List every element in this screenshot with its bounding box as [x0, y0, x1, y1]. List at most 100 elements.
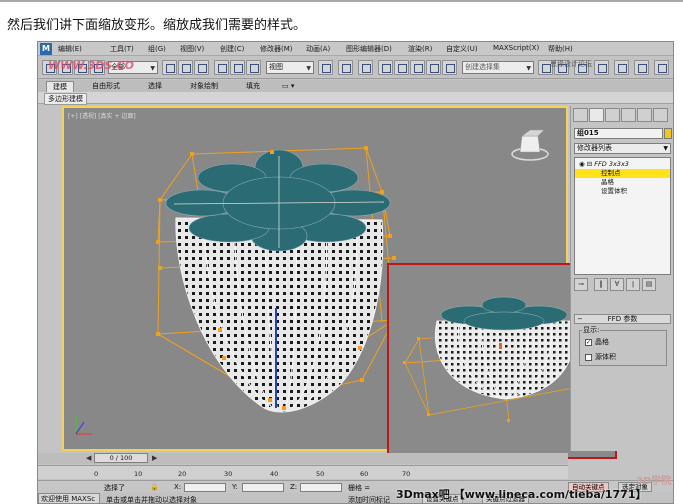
add-time-tag[interactable]: 添加时间标记 [348, 495, 390, 503]
watermark-top-left: WWW.3DS.CO [48, 59, 134, 72]
menu-animation[interactable]: 动画(A) [306, 44, 330, 54]
source-volume-checkbox[interactable] [585, 353, 592, 361]
menu-group[interactable]: 组(G) [148, 44, 166, 54]
select-by-name-icon[interactable] [178, 60, 193, 75]
article-caption: 然后我们讲下面缩放变形。缩放成我们需要的样式。 [7, 18, 307, 33]
tab-object-paint[interactable]: 对象绘制 [184, 81, 224, 92]
edit-named-selection-icon[interactable] [442, 60, 457, 75]
maxscript-listener[interactable]: 欢迎使用 MAXSc [38, 493, 100, 503]
time-slider-thumb[interactable]: 0 / 100 [94, 453, 148, 463]
viewport-label[interactable]: [+] [透视] [真实 + 边面] [68, 111, 136, 120]
ribbon-tabs: 建模 自由形式 选择 对象绘制 填充 ▭ ▾ [38, 80, 673, 92]
menu-view[interactable]: 视图(V) [180, 44, 204, 54]
select-object-icon[interactable] [162, 60, 177, 75]
move-icon[interactable] [214, 60, 229, 75]
menu-maxscript[interactable]: MAXScript(X) [493, 44, 539, 52]
command-panel-tabs [573, 108, 672, 122]
ribbon-panel: 多边形建模 [38, 92, 673, 105]
time-slider[interactable]: ◀ 0 / 100 ▶ [38, 453, 568, 464]
schematic-view-icon[interactable] [614, 60, 629, 75]
prompt-text: 单击或单击并拖动以选择对象 [106, 496, 197, 504]
tick-label: 30 [224, 470, 233, 478]
inset-body [434, 320, 575, 400]
reference-coord-dropdown[interactable]: 视图 ▼ [266, 61, 314, 74]
lock-selection-icon[interactable]: 🔒 [150, 483, 159, 491]
main-toolbar: 全部 ▼ 视图 ▼ 创建选择集 ▼ WWW.3DS.CO 思缘设计论坛 [38, 57, 673, 79]
tab-freeform[interactable]: 自由形式 [86, 81, 126, 92]
z-coordinate-field[interactable] [300, 483, 342, 492]
stack-item-control-points[interactable]: 控制点 [575, 169, 670, 178]
selection-status: 选择了 [104, 484, 125, 492]
z-label: Z: [290, 483, 298, 491]
tick-label: 60 [360, 470, 369, 478]
time-next-icon[interactable]: ▶ [152, 454, 157, 462]
spinner-snap-icon[interactable] [426, 60, 441, 75]
hierarchy-tab-icon[interactable] [605, 108, 620, 122]
modifier-list-label: 修改器列表 [577, 144, 612, 152]
rect-selection-icon[interactable] [194, 60, 209, 75]
track-bar[interactable]: 0 10 20 30 40 50 60 70 [38, 465, 568, 479]
menu-customize[interactable]: 自定义(U) [446, 44, 478, 54]
stack-item-ffd[interactable]: ◉ ⊟ FFD 3x3x3 [575, 160, 670, 169]
menu-rendering[interactable]: 渲染(R) [408, 44, 432, 54]
configure-sets-icon[interactable]: ▤ [642, 278, 656, 291]
stack-item-lattice[interactable]: 晶格 [575, 178, 670, 187]
tab-modeling[interactable]: 建模 [46, 81, 74, 92]
ribbon-options-button[interactable]: ▭ ▾ [276, 81, 300, 92]
remove-modifier-icon[interactable]: ǀ [626, 278, 640, 291]
motion-tab-icon[interactable] [621, 108, 636, 122]
chevron-down-icon: ▼ [150, 65, 155, 72]
keyboard-shortcut-icon[interactable] [358, 60, 373, 75]
tab-selection[interactable]: 选择 [142, 81, 168, 92]
show-end-result-icon[interactable]: ‖ [594, 278, 608, 291]
menu-graph-editors[interactable]: 图形编辑器(D) [346, 44, 392, 54]
collapse-icon: − [577, 315, 583, 323]
menu-edit[interactable]: 编辑(E) [58, 44, 82, 54]
named-selection-placeholder: 创建选择集 [465, 63, 500, 71]
pin-stack-icon[interactable]: ⊸ [574, 278, 588, 291]
y-coordinate-field[interactable] [242, 483, 284, 492]
rollout-title: FFD 参数 [607, 315, 638, 323]
object-color-swatch[interactable] [664, 128, 672, 139]
curve-editor-icon[interactable] [594, 60, 609, 75]
time-prev-icon[interactable]: ◀ [86, 454, 91, 462]
object-name-field[interactable]: 组015 [574, 128, 663, 139]
render-icon[interactable] [654, 60, 669, 75]
ffd-parameters-rollout[interactable]: − FFD 参数 [574, 314, 671, 324]
display-tab-icon[interactable] [637, 108, 652, 122]
expand-icon[interactable]: ⊟ [587, 160, 592, 168]
create-tab-icon[interactable] [573, 108, 588, 122]
menu-tools[interactable]: 工具(T) [110, 44, 134, 54]
app-logo-icon[interactable]: M [40, 43, 52, 55]
menu-bar: M 编辑(E) 工具(T) 组(G) 视图(V) 创建(C) 修改器(M) 动画… [38, 42, 673, 56]
menu-help[interactable]: 帮助(H) [548, 44, 573, 54]
stack-item-label: FFD 3x3x3 [594, 160, 629, 168]
tick-label: 20 [178, 470, 187, 478]
modifier-list-dropdown[interactable]: 修改器列表 ▼ [574, 143, 671, 154]
source-volume-checkbox-row[interactable]: 源体积 [585, 352, 616, 362]
percent-snap-icon[interactable] [410, 60, 425, 75]
select-manipulate-icon[interactable] [338, 60, 353, 75]
named-selection-input[interactable]: 创建选择集 ▼ [462, 61, 534, 74]
stack-item-set-volume[interactable]: 设置体积 [575, 187, 670, 196]
menu-modifiers[interactable]: 修改器(M) [260, 44, 293, 54]
lattice-checkbox-row[interactable]: ✓ 晶格 [585, 337, 609, 347]
light-bulb-icon[interactable]: ◉ [579, 160, 585, 168]
lattice-checkbox[interactable]: ✓ [585, 338, 592, 346]
make-unique-icon[interactable]: ∀ [610, 278, 624, 291]
scale-icon[interactable] [246, 60, 261, 75]
rotate-icon[interactable] [230, 60, 245, 75]
angle-snap-icon[interactable] [394, 60, 409, 75]
tab-populate[interactable]: 填充 [240, 81, 266, 92]
material-editor-icon[interactable] [634, 60, 649, 75]
modify-tab-icon[interactable] [589, 108, 604, 122]
menu-create[interactable]: 创建(C) [220, 44, 244, 54]
utilities-tab-icon[interactable] [653, 108, 668, 122]
x-coordinate-field[interactable] [184, 483, 226, 492]
pivot-icon[interactable] [318, 60, 333, 75]
snap-toggle-icon[interactable] [378, 60, 393, 75]
tick-label: 0 [94, 470, 99, 478]
polygon-modeling-label[interactable]: 多边形建模 [44, 93, 87, 105]
tick-label: 40 [270, 470, 279, 478]
tick-label: 70 [402, 470, 411, 478]
